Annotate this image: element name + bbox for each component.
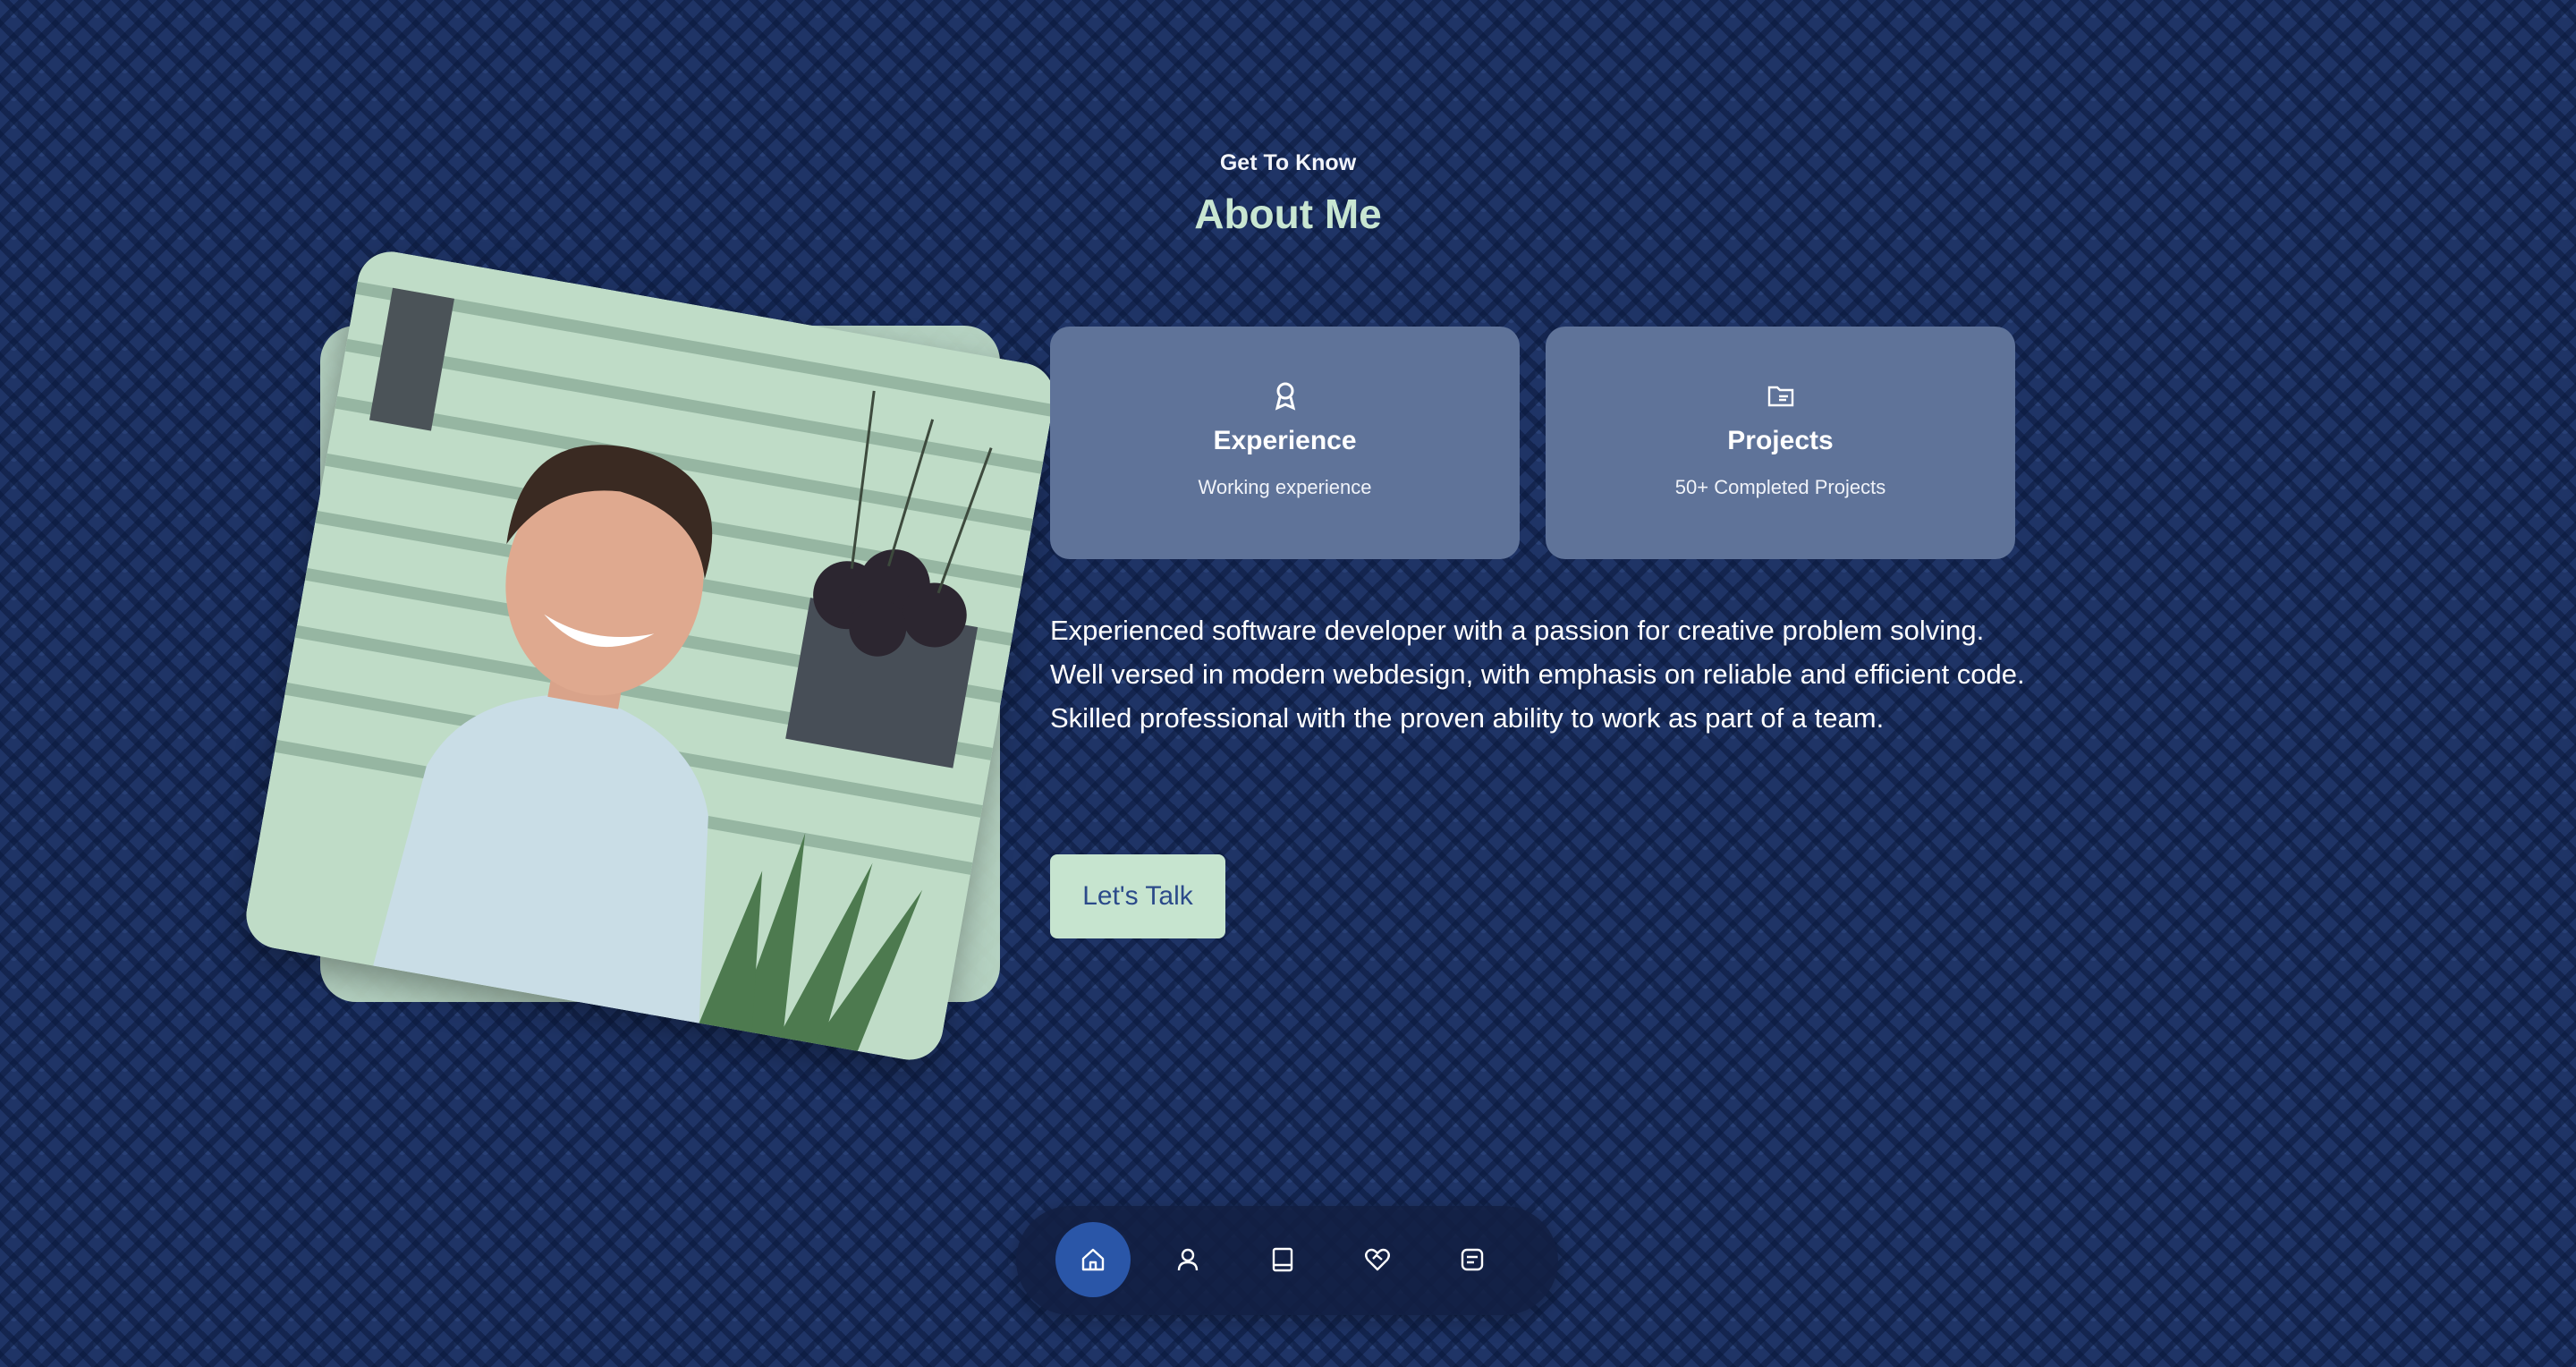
folder-icon bbox=[1546, 380, 2015, 416]
card-title: Experience bbox=[1213, 426, 1357, 455]
card-subtitle: Working experience bbox=[1198, 476, 1372, 498]
projects-card: Projects 50+ Completed Projects bbox=[1546, 327, 2015, 559]
portrait-photo bbox=[241, 246, 1060, 1066]
home-icon bbox=[1081, 1248, 1105, 1271]
nav-contact[interactable] bbox=[1435, 1222, 1510, 1297]
lets-talk-button[interactable]: Let's Talk bbox=[1050, 854, 1225, 938]
experience-card: Experience Working experience bbox=[1050, 327, 1520, 559]
card-title: Projects bbox=[1727, 426, 1834, 455]
nav-about[interactable] bbox=[1150, 1222, 1225, 1297]
nav-services[interactable] bbox=[1340, 1222, 1415, 1297]
bottom-nav bbox=[1016, 1206, 1558, 1315]
nav-experience[interactable] bbox=[1245, 1222, 1320, 1297]
card-subtitle: 50+ Completed Projects bbox=[1674, 476, 1886, 498]
message-icon bbox=[1461, 1248, 1484, 1271]
section-title: About Me bbox=[1194, 191, 1382, 237]
user-icon bbox=[1177, 1248, 1199, 1271]
bio-text: Experienced software developer with a pa… bbox=[1050, 615, 2025, 734]
section-subtitle: Get To Know bbox=[1219, 150, 1357, 175]
heart-handshake-icon bbox=[1365, 1248, 1390, 1271]
nav-home[interactable] bbox=[1055, 1222, 1131, 1297]
book-icon bbox=[1272, 1247, 1293, 1272]
award-icon bbox=[1050, 380, 1520, 416]
